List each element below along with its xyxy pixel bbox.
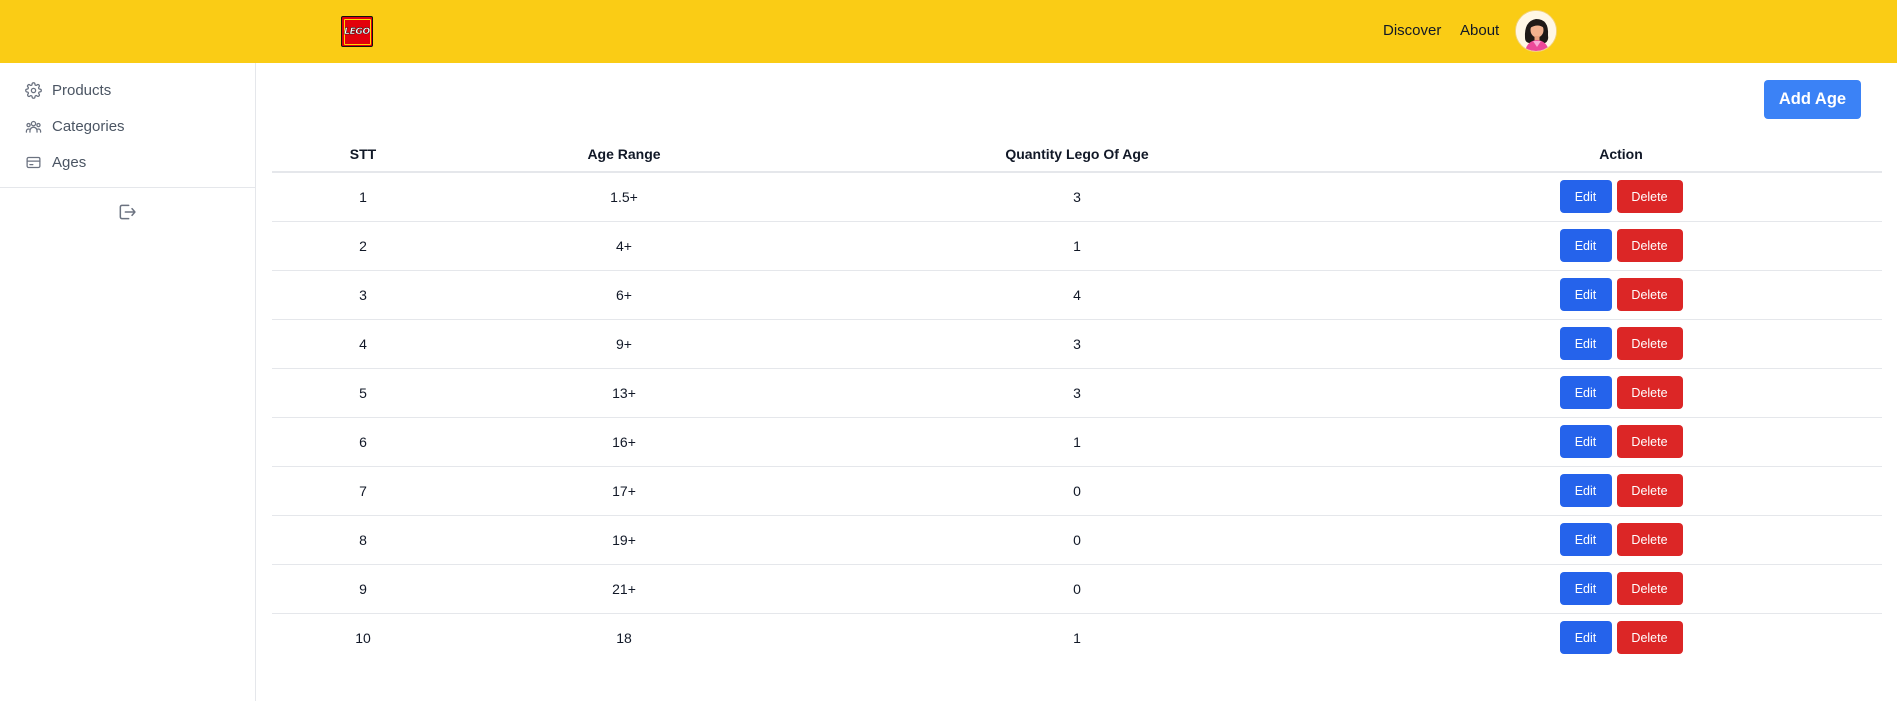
- cell-age-range: 6+: [454, 270, 794, 320]
- column-header-quantity: Quantity Lego Of Age: [794, 137, 1360, 173]
- delete-button[interactable]: Delete: [1616, 523, 1683, 556]
- cell-stt: 3: [272, 270, 454, 320]
- delete-button[interactable]: Delete: [1616, 278, 1683, 311]
- edit-button[interactable]: Edit: [1559, 327, 1612, 360]
- delete-button[interactable]: Delete: [1616, 180, 1683, 214]
- cell-stt: 10: [355, 629, 371, 646]
- cell-quantity: 0: [794, 564, 1360, 614]
- sidebar: Products Categories Ages: [0, 63, 256, 701]
- delete-button[interactable]: Delete: [1616, 572, 1683, 605]
- cell-stt: 2: [272, 221, 454, 271]
- cell-quantity: 3: [794, 319, 1360, 369]
- edit-button[interactable]: Edit: [1559, 376, 1612, 409]
- cell-age-range: 18: [616, 629, 632, 646]
- edit-button[interactable]: Edit: [1559, 425, 1612, 458]
- cell-stt: 9: [272, 564, 454, 614]
- cell-age-range: 4+: [454, 221, 794, 271]
- cell-actions: Edit Delete: [1360, 564, 1882, 614]
- cell-age-range: 19+: [454, 515, 794, 565]
- cell-quantity: 3: [794, 368, 1360, 418]
- avatar-icon: [1516, 11, 1556, 51]
- cell-quantity: 1: [794, 221, 1360, 271]
- cell-quantity: 0: [794, 466, 1360, 516]
- cell-actions: Edit Delete: [1360, 270, 1882, 320]
- table-row: 2 4+ 1 Edit Delete: [272, 221, 1882, 271]
- cell-stt: 4: [272, 319, 454, 369]
- cell-age-range: 9+: [454, 319, 794, 369]
- column-header-action: Action: [1360, 137, 1882, 173]
- logout-icon: [119, 204, 136, 220]
- top-navbar: LEGO Discover About: [0, 0, 1897, 63]
- cell-stt: 8: [272, 515, 454, 565]
- cell-age-range: 1.5+: [454, 172, 794, 222]
- table-row: 10 18 1 Edit Delete: [272, 613, 1882, 662]
- sidebar-item-ages[interactable]: Ages: [25, 151, 86, 173]
- lego-logo[interactable]: LEGO: [341, 16, 373, 47]
- table-row: 7 17+ 0 Edit Delete: [272, 466, 1882, 516]
- edit-button[interactable]: Edit: [1559, 229, 1612, 262]
- nav-discover-link[interactable]: Discover: [1383, 22, 1441, 39]
- table-row: 6 16+ 1 Edit Delete: [272, 417, 1882, 467]
- cell-stt: 6: [272, 417, 454, 467]
- cell-actions: Edit Delete: [1360, 613, 1882, 662]
- delete-button[interactable]: Delete: [1616, 376, 1683, 409]
- cell-actions: Edit Delete: [1360, 319, 1882, 369]
- sidebar-item-label: Products: [52, 81, 112, 99]
- user-avatar[interactable]: [1515, 10, 1557, 52]
- cell-actions: Edit Delete: [1360, 515, 1882, 565]
- edit-button[interactable]: Edit: [1559, 523, 1612, 556]
- cell-stt: 5: [272, 368, 454, 418]
- column-header-stt: STT: [272, 137, 454, 173]
- add-age-button[interactable]: Add Age: [1764, 80, 1861, 119]
- cell-actions: Edit Delete: [1360, 221, 1882, 271]
- cell-actions: Edit Delete: [1360, 368, 1882, 418]
- cell-quantity: 1: [1073, 629, 1081, 646]
- sidebar-item-products[interactable]: Products: [25, 79, 111, 101]
- delete-button[interactable]: Delete: [1616, 327, 1683, 360]
- gear-icon: [25, 81, 42, 99]
- delete-button[interactable]: Delete: [1616, 474, 1683, 507]
- column-header-age-range: Age Range: [454, 137, 794, 173]
- nav-about-link[interactable]: About: [1460, 22, 1499, 39]
- table-row: 4 9+ 3 Edit Delete: [272, 319, 1882, 369]
- delete-button[interactable]: Delete: [1616, 229, 1683, 262]
- sidebar-item-categories[interactable]: Categories: [25, 115, 125, 137]
- cell-stt: 1: [272, 172, 454, 222]
- cell-stt: 7: [272, 466, 454, 516]
- sidebar-divider: [0, 187, 255, 188]
- logout-button[interactable]: [117, 202, 137, 222]
- cell-quantity: 1: [794, 417, 1360, 467]
- cell-quantity: 0: [794, 515, 1360, 565]
- cell-quantity: 3: [794, 172, 1360, 222]
- cell-quantity: 4: [794, 270, 1360, 320]
- cell-age-range: 17+: [454, 466, 794, 516]
- cell-actions: Edit Delete: [1360, 417, 1882, 467]
- cell-age-range: 21+: [454, 564, 794, 614]
- sidebar-item-label: Ages: [52, 153, 87, 171]
- cell-actions: Edit Delete: [1360, 172, 1882, 222]
- edit-button[interactable]: Edit: [1559, 621, 1612, 655]
- edit-button[interactable]: Edit: [1559, 474, 1612, 507]
- logo-text: LEGO: [344, 26, 370, 37]
- cell-age-range: 16+: [454, 417, 794, 467]
- delete-button[interactable]: Delete: [1616, 425, 1683, 458]
- table-row: 9 21+ 0 Edit Delete: [272, 564, 1882, 614]
- table-row: 8 19+ 0 Edit Delete: [272, 515, 1882, 565]
- edit-button[interactable]: Edit: [1559, 278, 1612, 311]
- table-row: 1 1.5+ 3 Edit Delete: [272, 172, 1882, 222]
- ages-table: STT Age Range Quantity Lego Of Age Actio…: [272, 137, 1882, 662]
- table-header-row: STT Age Range Quantity Lego Of Age Actio…: [272, 137, 1882, 173]
- cell-age-range: 13+: [454, 368, 794, 418]
- cell-actions: Edit Delete: [1360, 466, 1882, 516]
- edit-button[interactable]: Edit: [1559, 572, 1612, 605]
- delete-button[interactable]: Delete: [1616, 621, 1683, 655]
- table-row: 3 6+ 4 Edit Delete: [272, 270, 1882, 320]
- table-row: 5 13+ 3 Edit Delete: [272, 368, 1882, 418]
- users-group-icon: [25, 120, 42, 133]
- card-icon: [26, 156, 41, 168]
- sidebar-item-label: Categories: [52, 117, 125, 135]
- edit-button[interactable]: Edit: [1559, 180, 1612, 214]
